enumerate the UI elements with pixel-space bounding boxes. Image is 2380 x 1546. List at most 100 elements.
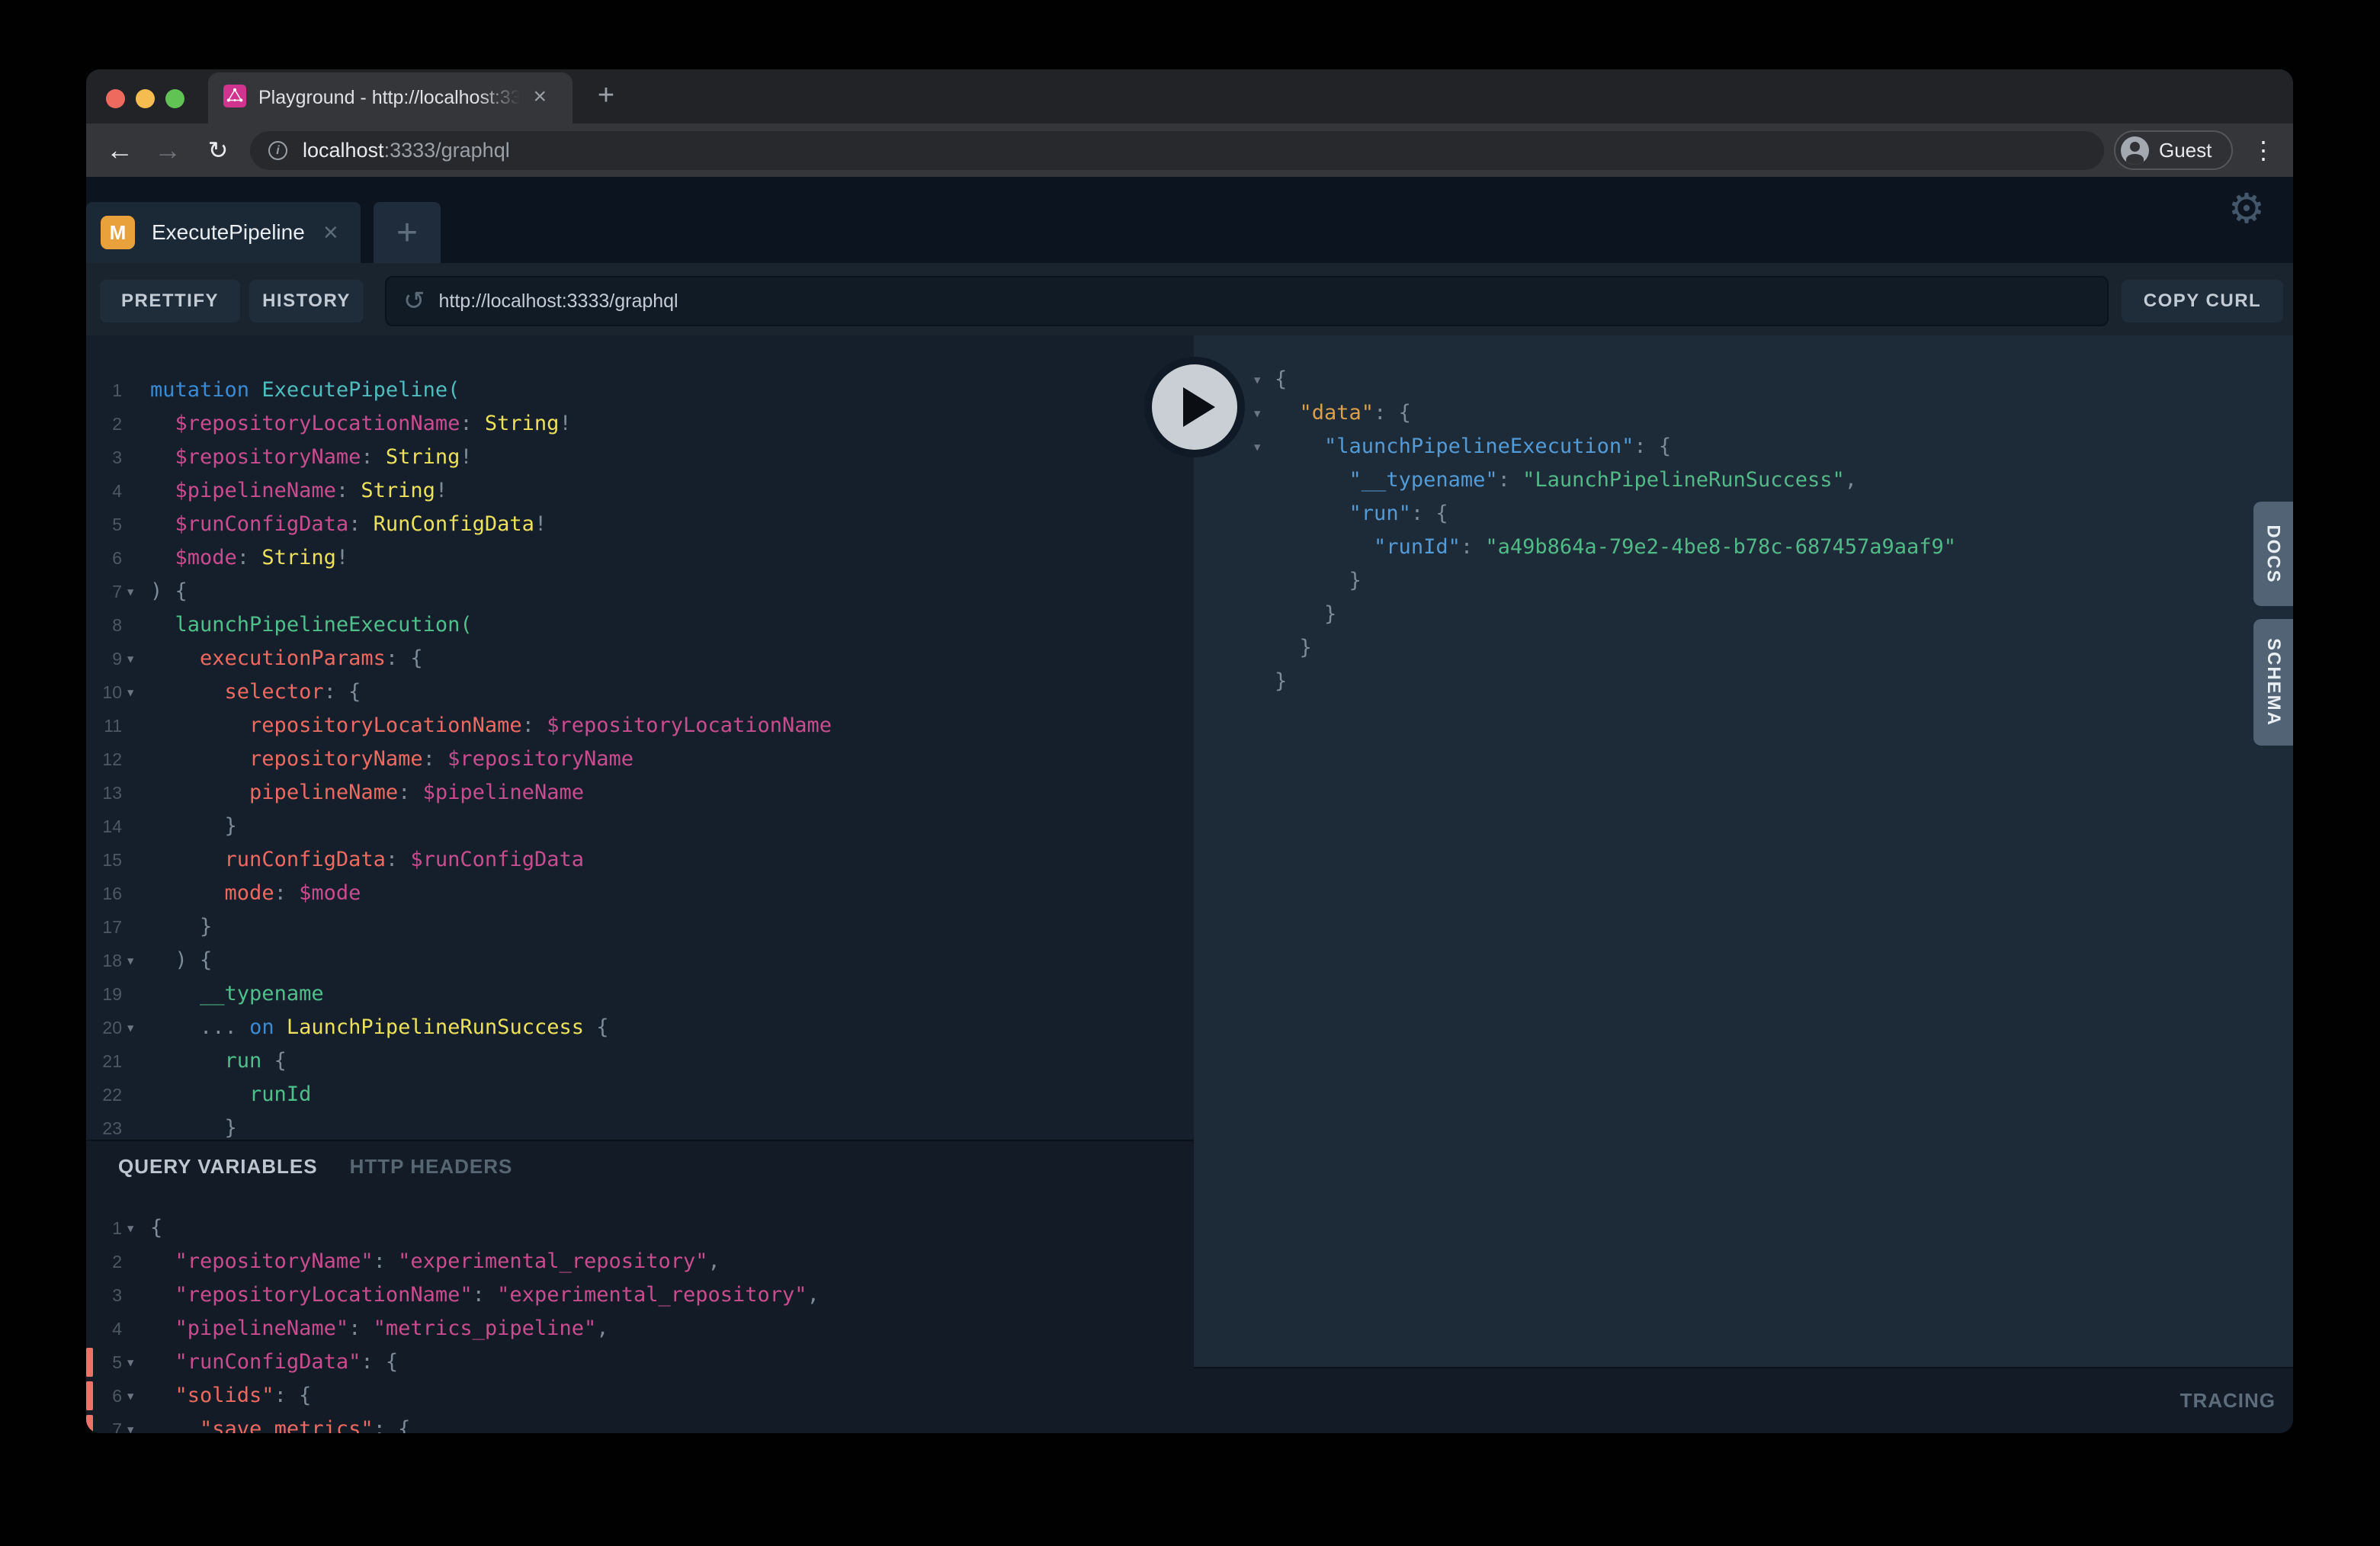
line-number: 4 [86,1312,122,1346]
profile-button[interactable]: Guest [2114,130,2233,170]
site-info-icon[interactable]: i [268,141,287,160]
url-path: :3333/graphql [384,139,510,162]
code-line: 11 repositoryLocationName: $repositoryLo… [86,709,1194,743]
line-number: 20 [86,1011,122,1044]
line-number: 13 [86,776,122,810]
line-number: 7 [86,575,122,608]
endpoint-field[interactable]: ↺ [385,276,2109,326]
variables-editor[interactable]: 1▼{2 "repositoryName": "experimental_rep… [86,1211,1194,1433]
session-tab-label: ExecutePipeline [152,220,305,245]
code-line: 9▼ executionParams: { [86,642,1194,675]
schema-side-tab[interactable]: SCHEMA [2253,619,2293,746]
tab-close-icon[interactable]: × [533,85,547,108]
code-line: } [1194,598,2293,631]
docs-side-tab[interactable]: DOCS [2253,502,2293,606]
line-number: 2 [86,1245,122,1278]
prettify-button[interactable]: PRETTIFY [100,280,240,322]
line-number: 3 [86,1278,122,1312]
fold-arrow-icon[interactable]: ▼ [127,945,133,978]
execute-query-button[interactable] [1144,357,1245,457]
line-number: 1 [86,1211,122,1245]
browser-toolbar: ← → ↻ i localhost:3333/graphql Guest ⋮ [86,123,2293,177]
line-number: 5 [86,508,122,541]
fold-arrow-icon[interactable]: ▼ [127,1346,133,1380]
history-button[interactable]: HISTORY [249,280,364,322]
code-line: "__typename": "LaunchPipelineRunSuccess"… [1194,463,2293,497]
line-number: 6 [86,541,122,575]
fold-arrow-icon[interactable]: ▼ [127,1212,133,1246]
line-number: 14 [86,810,122,843]
copy-curl-button[interactable]: COPY CURL [2122,280,2283,322]
traffic-light-minimize-button[interactable] [136,89,155,108]
new-tab-button[interactable]: + [589,79,623,112]
playground-toolbar: PRETTIFY HISTORY ↺ COPY CURL [86,263,2293,335]
query-pane: 1mutation ExecutePipeline(2 $repositoryL… [86,335,1194,1433]
browser-menu-button[interactable]: ⋮ [2248,123,2279,177]
fold-arrow-icon[interactable]: ▼ [127,1012,133,1045]
line-number: 23 [86,1111,122,1140]
back-button[interactable]: ← [100,123,140,177]
replay-icon[interactable]: ↺ [403,286,425,316]
session-tab-close-icon[interactable]: × [323,220,338,245]
code-line: 13 pipelineName: $pipelineName [86,776,1194,810]
code-line: 12 repositoryName: $repositoryName [86,743,1194,776]
traffic-light-zoom-button[interactable] [165,89,184,108]
line-number: 10 [86,675,122,709]
fold-arrow-icon[interactable]: ▼ [127,643,133,676]
line-number: 21 [86,1044,122,1078]
line-number: 19 [86,977,122,1011]
playground-header: M ExecutePipeline × + [86,177,2293,263]
query-editor-code: 1mutation ExecutePipeline(2 $repositoryL… [86,374,1194,1140]
browser-tab[interactable]: Playground - http://localhost:33 × [208,72,573,123]
line-number: 9 [86,642,122,675]
fold-arrow-icon[interactable]: ▼ [127,676,133,710]
query-editor[interactable]: 1mutation ExecutePipeline(2 $repositoryL… [86,335,1194,1140]
fold-arrow-icon[interactable]: ▼ [127,576,133,609]
line-number: 8 [86,608,122,642]
tab-title: Playground - http://localhost:33 [258,72,525,123]
settings-gear-icon[interactable]: ⚙ [2221,182,2273,234]
traffic-light-close-button[interactable] [106,89,125,108]
line-number: 2 [86,407,122,441]
query-variables-tab[interactable]: QUERY VARIABLES [118,1155,318,1179]
response-json: ▼{▼ "data": {▼ "launchPipelineExecution"… [1194,363,2293,698]
code-line: 1▼{ [86,1211,1194,1245]
line-number: 15 [86,843,122,877]
reload-button[interactable]: ↻ [198,123,238,177]
code-line: 20▼ ... on LaunchPipelineRunSuccess { [86,1011,1194,1044]
line-number: 6 [86,1379,122,1413]
line-number: 12 [86,743,122,776]
fold-arrow-icon[interactable]: ▼ [1254,431,1260,464]
line-number: 17 [86,910,122,944]
fold-arrow-icon[interactable]: ▼ [1254,397,1260,431]
code-line: 22 runId [86,1078,1194,1111]
code-line: ▼ "data": { [1194,396,2293,430]
code-line: "run": { [1194,497,2293,531]
response-pane: ▼{▼ "data": {▼ "launchPipelineExecution"… [1194,335,2293,1367]
fold-arrow-icon[interactable]: ▼ [127,1413,133,1433]
fold-arrow-icon[interactable]: ▼ [1254,364,1260,397]
code-line: ▼{ [1194,363,2293,396]
code-line: 6▼ "solids": { [86,1379,1194,1413]
http-headers-tab[interactable]: HTTP HEADERS [350,1155,513,1179]
variables-panel: QUERY VARIABLES HTTP HEADERS 1▼{2 "repos… [86,1140,1194,1433]
line-number: 11 [86,709,122,743]
line-number: 7 [86,1413,122,1433]
play-button-circle [1152,364,1237,450]
line-number: 1 [86,374,122,407]
endpoint-input[interactable] [439,290,1888,313]
code-line: 8 launchPipelineExecution( [86,608,1194,642]
line-number: 5 [86,1346,122,1379]
address-bar[interactable]: i localhost:3333/graphql [250,131,2104,170]
fold-arrow-icon[interactable]: ▼ [127,1380,133,1413]
code-line: ▼ "launchPipelineExecution": { [1194,430,2293,463]
code-line: 4 $pipelineName: String! [86,474,1194,508]
tracing-toggle[interactable]: TRACING [2180,1368,2276,1433]
code-line: 2 "repositoryName": "experimental_reposi… [86,1245,1194,1278]
url-host: localhost [303,139,384,162]
new-session-tab-button[interactable]: + [374,202,441,263]
browser-tab-strip: Playground - http://localhost:33 × + [86,69,2293,123]
forward-button[interactable]: → [148,123,188,177]
session-tab-executepipeline[interactable]: M ExecutePipeline × [86,202,361,263]
tracing-bar: TRACING [1194,1367,2293,1433]
